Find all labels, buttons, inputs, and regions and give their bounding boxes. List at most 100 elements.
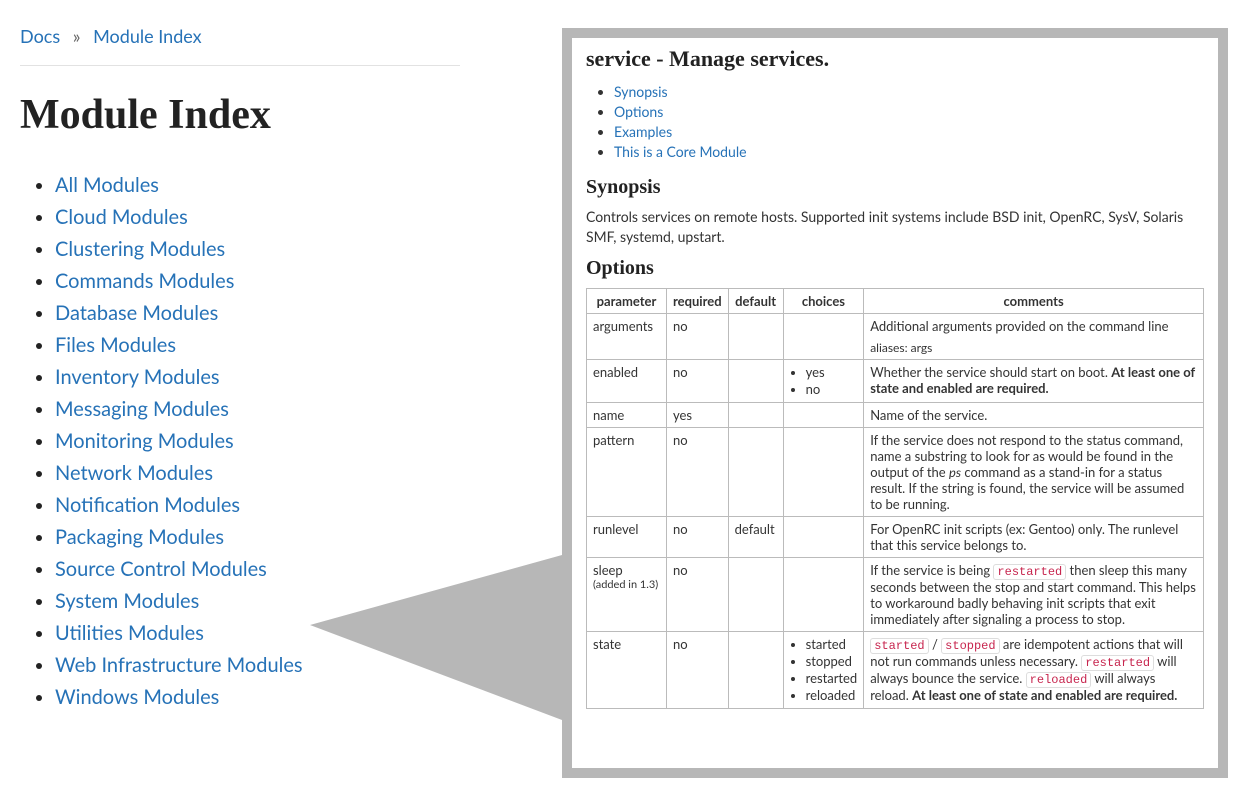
param-default [728,314,783,360]
param-name: arguments [587,314,667,360]
module-category-link[interactable]: Notification Modules [55,493,240,517]
synopsis-heading: Synopsis [586,176,1204,199]
module-category-link[interactable]: System Modules [55,589,199,613]
param-choices [783,558,864,632]
param-default [728,403,783,428]
col-choices: choices [783,289,864,314]
page-title: Module Index [20,91,460,139]
param-choices: started stopped restarted reloaded [783,632,864,709]
module-category-link[interactable]: Monitoring Modules [55,429,234,453]
param-name: enabled [587,360,667,403]
module-category-link[interactable]: Files Modules [55,333,176,357]
param-choices [783,517,864,558]
choice-option: stopped [806,653,858,670]
table-row: pattern no If the service does not respo… [587,428,1204,517]
code-literal: stopped [941,638,999,654]
param-required: no [667,314,729,360]
table-row: runlevel no default For OpenRC init scri… [587,517,1204,558]
param-added-in: (added in 1.3) [593,578,660,591]
module-category-link[interactable]: Windows Modules [55,685,219,709]
param-comments: If the service does not respond to the s… [864,428,1204,517]
module-category-link[interactable]: Network Modules [55,461,213,485]
comment-text: / [929,636,942,652]
ps-italic: ps [949,464,961,480]
param-choices: yes no [783,360,864,403]
choice-option: yes [806,364,858,381]
toc-link[interactable]: Options [614,103,663,120]
param-required: no [667,632,729,709]
param-required: yes [667,403,729,428]
table-row: state no started stopped restarted reloa… [587,632,1204,709]
param-aliases: aliases: args [870,340,1197,355]
table-row: arguments no Additional arguments provid… [587,314,1204,360]
col-required: required [667,289,729,314]
table-row: enabled no yes no Whether the service sh… [587,360,1204,403]
breadcrumb-root-link[interactable]: Docs [20,25,60,47]
param-choices [783,314,864,360]
module-category-link[interactable]: Messaging Modules [55,397,229,421]
param-required: no [667,517,729,558]
options-table: parameter required default choices comme… [586,288,1204,709]
toc-link[interactable]: Synopsis [614,83,668,100]
options-heading: Options [586,257,1204,280]
param-comments: If the service is being restarted then s… [864,558,1204,632]
param-choices [783,403,864,428]
breadcrumb-separator: » [73,25,81,47]
code-literal: started [870,638,928,654]
param-comments: Whether the service should start on boot… [864,360,1204,403]
module-category-link[interactable]: Database Modules [55,301,218,325]
toc-link[interactable]: Examples [614,123,672,140]
code-literal: reloaded [1026,672,1092,688]
param-name: pattern [587,428,667,517]
module-detail-panel: service - Manage services. Synopsis Opti… [562,28,1228,778]
param-name: runlevel [587,517,667,558]
col-comments: comments [864,289,1204,314]
module-detail-toc: Synopsis Options Examples This is a Core… [586,82,1204,162]
param-required: no [667,558,729,632]
code-literal: restarted [1081,655,1154,671]
comment-text: If the service is being [870,562,993,578]
choice-option: started [806,636,858,653]
breadcrumb-current-link[interactable]: Module Index [93,25,202,47]
param-name: sleep (added in 1.3) [587,558,667,632]
module-detail-title: service - Manage services. [586,46,1204,72]
param-name: state [587,632,667,709]
module-category-link[interactable]: Source Control Modules [55,557,267,581]
module-category-link[interactable]: Commands Modules [55,269,234,293]
param-comments: For OpenRC init scripts (ex: Gentoo) onl… [864,517,1204,558]
comment-bold: At least one of state and enabled are re… [912,687,1177,703]
col-default: default [728,289,783,314]
param-default: default [728,517,783,558]
param-name-text: sleep [593,562,623,578]
choice-option: reloaded [806,687,858,704]
code-literal: restarted [993,564,1066,580]
module-category-link[interactable]: Inventory Modules [55,365,220,389]
synopsis-text: Controls services on remote hosts. Suppo… [586,207,1204,247]
param-required: no [667,428,729,517]
module-category-link[interactable]: All Modules [55,173,159,197]
table-row: sleep (added in 1.3) no If the service i… [587,558,1204,632]
table-row: name yes Name of the service. [587,403,1204,428]
comment-text: Additional arguments provided on the com… [870,318,1168,334]
param-default [728,360,783,403]
module-category-link[interactable]: Cloud Modules [55,205,188,229]
module-detail-inner: service - Manage services. Synopsis Opti… [572,38,1218,768]
toc-link[interactable]: This is a Core Module [614,143,747,160]
param-default [728,558,783,632]
choice-option: restarted [806,670,858,687]
param-name: name [587,403,667,428]
param-comments: started / stopped are idempotent actions… [864,632,1204,709]
module-category-link[interactable]: Clustering Modules [55,237,225,261]
param-comments: Name of the service. [864,403,1204,428]
param-comments: Additional arguments provided on the com… [864,314,1204,360]
param-choices [783,428,864,517]
col-parameter: parameter [587,289,667,314]
table-header-row: parameter required default choices comme… [587,289,1204,314]
param-default [728,428,783,517]
module-category-link[interactable]: Utilities Modules [55,621,204,645]
module-category-link[interactable]: Packaging Modules [55,525,224,549]
breadcrumb: Docs » Module Index [20,25,460,66]
param-required: no [667,360,729,403]
module-category-link[interactable]: Web Infrastructure Modules [55,653,303,677]
choice-option: no [806,381,858,398]
